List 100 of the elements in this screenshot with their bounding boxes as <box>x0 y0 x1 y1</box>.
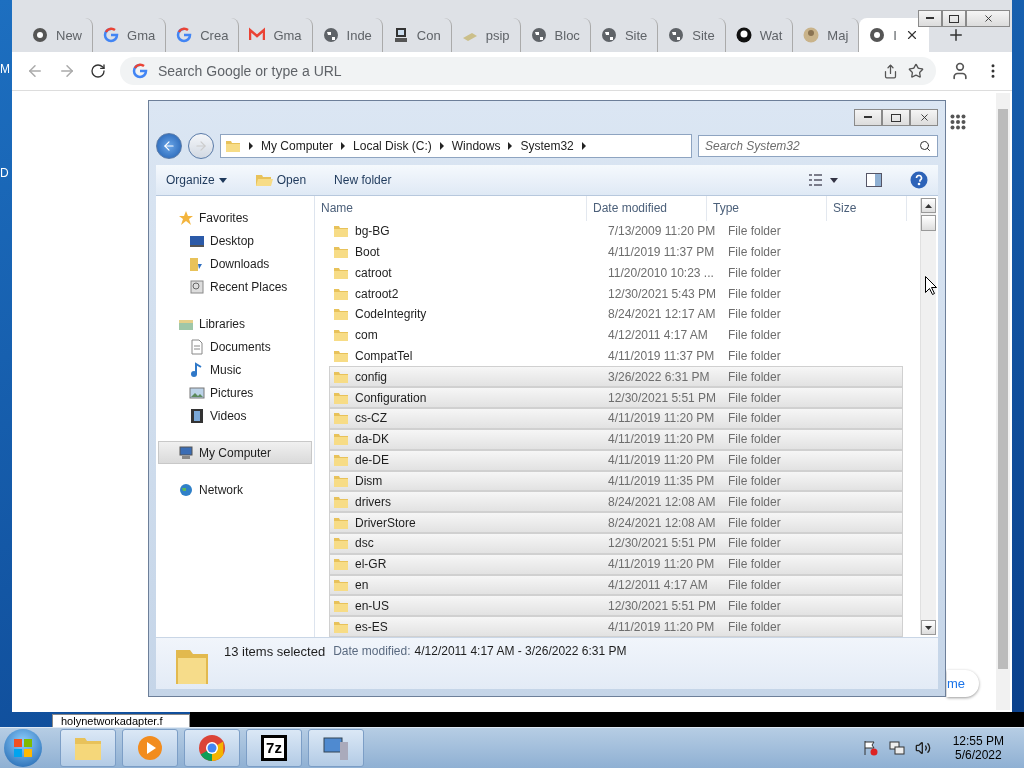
date-cell-text: 12/30/2021 5:51 PM <box>607 390 718 405</box>
nav-item[interactable]: Favorites <box>158 206 312 229</box>
reload-icon[interactable] <box>90 63 106 79</box>
file-row[interactable]: catroot 11/20/2010 10:23 ... File folder <box>329 262 903 284</box>
file-row[interactable]: bg-BG 7/13/2009 11:20 PM File folder <box>329 220 903 242</box>
apps-grid-icon[interactable] <box>950 114 966 130</box>
file-row[interactable]: drivers 8/24/2021 12:08 AM File folder <box>329 491 903 513</box>
nav-item[interactable]: Desktop <box>158 229 312 252</box>
network-icon[interactable] <box>888 740 905 756</box>
clock[interactable]: 12:55 PM 5/6/2022 <box>952 734 1004 762</box>
scroll-down-icon[interactable] <box>925 625 932 630</box>
browser-tab[interactable]: Gma <box>93 18 167 52</box>
file-row[interactable]: de-DE 4/11/2019 11:20 PM File folder <box>329 449 903 471</box>
scroll-thumb[interactable] <box>921 215 936 231</box>
share-icon[interactable] <box>883 63 898 79</box>
taskbar-button[interactable]: 7z <box>246 729 302 767</box>
restore-button[interactable] <box>882 109 910 126</box>
file-name: config <box>355 369 388 384</box>
file-row[interactable]: el-GR 4/11/2019 11:20 PM File folder <box>329 553 903 575</box>
browser-tab[interactable]: Wat <box>725 18 794 52</box>
file-row[interactable]: da-DK 4/11/2019 11:20 PM File folder <box>329 428 903 450</box>
nav-item[interactable]: Libraries <box>158 312 312 335</box>
nav-item[interactable]: Downloads <box>158 252 312 275</box>
browser-tab[interactable]: I <box>859 18 929 52</box>
help-icon[interactable] <box>910 171 928 189</box>
start-button[interactable] <box>4 729 42 767</box>
breadcrumb-item[interactable]: Windows <box>451 139 501 153</box>
nav-item[interactable]: Network <box>158 478 312 501</box>
file-row[interactable]: com 4/12/2011 4:17 AM File folder <box>329 324 903 346</box>
forward-button[interactable] <box>188 133 214 159</box>
file-row[interactable]: catroot2 12/30/2021 5:43 PM File folder <box>329 283 903 304</box>
bookmark-star-icon[interactable] <box>908 63 924 79</box>
breadcrumb-item[interactable]: My Computer <box>261 139 334 153</box>
date-cell-text: 3/26/2022 6:31 PM <box>607 369 711 384</box>
type-cell-text: File folder <box>727 598 782 613</box>
file-row[interactable]: Configuration 12/30/2021 5:51 PM File folder <box>329 387 903 409</box>
scrollbar[interactable] <box>920 198 936 635</box>
type-cell-text: File folder <box>727 390 782 405</box>
file-row[interactable]: CompatTel 4/11/2019 11:37 PM File folder <box>329 345 903 367</box>
scrollbar[interactable] <box>996 93 1010 710</box>
browser-tab[interactable]: Site <box>658 18 726 52</box>
folder-icon <box>333 556 349 573</box>
address-bar[interactable]: Search Google or type a URL <box>120 57 936 85</box>
file-row[interactable]: Dism 4/11/2019 11:35 PM File folder <box>329 470 903 492</box>
globe-icon <box>530 27 547 43</box>
nav-item[interactable]: My Computer <box>158 441 312 464</box>
browser-tab[interactable]: New <box>22 18 93 52</box>
browser-tab[interactable]: Gma <box>239 18 313 52</box>
file-row[interactable]: dsc 12/30/2021 5:51 PM File folder <box>329 532 903 554</box>
date-cell-text: 8/24/2021 12:08 AM <box>607 494 717 509</box>
column-header[interactable]: Type <box>707 196 827 221</box>
breadcrumb-bar[interactable]: My Computer Local Disk (C:) Windows System32 <box>220 134 692 158</box>
browser-tab[interactable]: Inde <box>312 18 383 52</box>
command-button[interactable]: Organize <box>166 173 227 187</box>
page-button[interactable]: me <box>947 670 980 697</box>
breadcrumb-item[interactable]: System32 <box>520 139 574 153</box>
nav-item[interactable]: Music <box>158 358 312 381</box>
folder-icon <box>333 348 349 365</box>
file-row[interactable]: cs-CZ 4/11/2019 11:20 PM File folder <box>329 408 903 429</box>
flag-alert-icon[interactable] <box>862 740 879 756</box>
browser-tab[interactable]: psip <box>451 18 521 52</box>
restore-button[interactable] <box>942 10 966 27</box>
command-button[interactable]: New folder <box>334 173 392 187</box>
date-cell-text: 11/20/2010 10:23 ... <box>607 265 715 280</box>
file-name: Boot <box>355 244 380 259</box>
type-cell-text: File folder <box>727 369 782 384</box>
volume-icon[interactable] <box>914 740 931 756</box>
file-row[interactable]: Boot 4/11/2019 11:37 PM File folder <box>329 241 903 263</box>
minimize-icon <box>926 17 934 20</box>
preview-pane-icon[interactable] <box>866 173 882 187</box>
file-row[interactable]: CodeIntegrity 8/24/2021 12:17 AM File folder <box>329 304 903 325</box>
nav-item[interactable]: Videos <box>158 404 312 427</box>
date-cell-text: 4/11/2019 11:20 PM <box>607 619 716 634</box>
browser-tab[interactable]: Site <box>590 18 659 52</box>
file-row[interactable]: DriverStore 8/24/2021 12:08 AM File folder <box>329 512 903 533</box>
column-header[interactable]: Size <box>827 196 907 221</box>
file-row[interactable]: config 3/26/2022 6:31 PM File folder <box>329 366 903 388</box>
back-button[interactable] <box>156 133 182 159</box>
minimize-button[interactable] <box>854 109 882 126</box>
column-header[interactable]: Name <box>315 196 587 221</box>
taskbar-button[interactable] <box>122 729 178 767</box>
browser-tab[interactable]: Crea <box>166 18 240 52</box>
command-button[interactable]: Open <box>254 172 307 188</box>
nav-item[interactable]: Pictures <box>158 381 312 404</box>
profile-icon[interactable] <box>950 61 970 81</box>
file-row[interactable]: es-ES 4/11/2019 11:20 PM File folder <box>329 616 903 637</box>
taskbar-button[interactable] <box>308 729 364 767</box>
scroll-up-icon[interactable] <box>925 203 932 208</box>
file-row[interactable]: en-US 12/30/2021 5:51 PM File folder <box>329 595 903 617</box>
nav-item[interactable]: Documents <box>158 335 312 358</box>
file-row[interactable]: en 4/12/2011 4:17 AM File folder <box>329 574 903 596</box>
breadcrumb-item[interactable]: Local Disk (C:) <box>353 139 432 153</box>
nav-item[interactable]: Recent Places <box>158 275 312 298</box>
search-field[interactable]: Search System32 <box>698 135 938 157</box>
browser-tab[interactable]: Con <box>382 18 452 52</box>
view-options-icon[interactable] <box>808 173 838 187</box>
browser-tab[interactable]: Bloc <box>520 18 591 52</box>
taskbar-button[interactable] <box>184 729 240 767</box>
minimize-button[interactable] <box>918 10 942 27</box>
column-header[interactable]: Date modified <box>587 196 707 221</box>
